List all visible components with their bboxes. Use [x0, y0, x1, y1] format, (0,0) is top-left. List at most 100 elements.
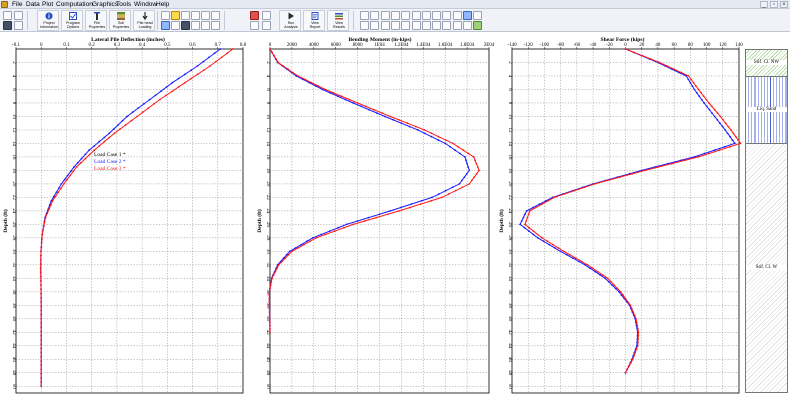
- shear-series-3-point: [553, 196, 556, 199]
- shear-x-tick-label: 120: [719, 43, 727, 48]
- shear-series-3-point: [563, 193, 566, 195]
- shear-series-3-point: [624, 297, 627, 300]
- shear-series-3-point: [591, 267, 594, 270]
- shear-series-3-point: [525, 220, 528, 222]
- shear-series-3-point: [734, 135, 737, 138]
- shear-series-3-point: [580, 260, 583, 263]
- shear-series-3-point: [710, 105, 713, 108]
- shear-series-3-point: [729, 145, 731, 148]
- shear-series-3-point: [624, 48, 627, 50]
- shear-x-tick-label: -40: [590, 43, 597, 48]
- shear-series-3-point: [626, 368, 629, 371]
- shear-depth-tick-label: 32: [507, 262, 512, 268]
- shear-series-3-point: [716, 112, 719, 114]
- shear-series-3-point: [541, 203, 543, 206]
- soil-layer-liquefied-sand-label: Liq. Sand: [746, 107, 787, 113]
- shear-depth-tick-label: 36: [507, 289, 512, 295]
- shear-x-tick-label: -20: [606, 43, 613, 48]
- shear-series-3-point: [622, 294, 624, 297]
- shear-series-3-point: [528, 210, 531, 212]
- shear-series-2-point: [695, 91, 698, 94]
- shear-series-2-point: [700, 98, 703, 101]
- shear-series-3-point: [700, 91, 702, 94]
- shear-series-3-point: [697, 88, 700, 91]
- shear-series-3-point: [552, 243, 554, 246]
- shear-series-3-point: [633, 355, 635, 357]
- shear-series-3-point: [541, 237, 543, 239]
- shear-series-2-point: [537, 237, 539, 239]
- shear-series-3-point: [635, 348, 638, 351]
- shear-series-3-point: [526, 216, 529, 219]
- shear-series-2-point: [604, 277, 607, 280]
- shear-series-2-point: [571, 257, 574, 259]
- shear-series-3-point: [637, 331, 640, 334]
- shear-x-tick-label: -60: [574, 43, 581, 48]
- shear-depth-tick-label: 24: [507, 208, 512, 214]
- shear-series-2-point: [724, 129, 727, 131]
- shear-x-tick-label: -140: [507, 43, 517, 48]
- shear-depth-tick-label: 14: [507, 141, 512, 147]
- shear-series-3-point: [713, 108, 716, 111]
- shear-series-3-point: [673, 68, 675, 71]
- shear-series-2-point: [713, 149, 716, 152]
- shear-x-tick-label: -100: [540, 43, 550, 48]
- shear-series-2-point: [554, 247, 556, 249]
- shear-series-3-point: [619, 290, 622, 293]
- shear-series-3-point: [727, 125, 730, 128]
- shear-series-3-point: [528, 226, 531, 229]
- shear-series-2-point: [520, 220, 523, 222]
- shear-series-3-point: [568, 253, 571, 256]
- shear-series-3-point: [632, 311, 635, 313]
- shear-series-2-point: [713, 115, 716, 118]
- shear-series-3-point: [708, 102, 710, 104]
- legend-load-case-1-label: Load Case 1: [94, 152, 122, 158]
- shear-series-2-point: [559, 250, 562, 253]
- shear-series-3-point: [631, 358, 634, 361]
- shear-series-2-point: [548, 243, 551, 246]
- shear-series-3-point: [684, 159, 686, 162]
- shear-depth-tick-label: 42: [507, 330, 512, 336]
- shear-series-3-point: [618, 176, 621, 179]
- shear-series-3-point: [536, 233, 539, 236]
- legend-load-case-3-label: Load Case 3: [94, 166, 122, 172]
- shear-series-3-point: [573, 189, 576, 192]
- shear-series-3-point: [633, 51, 635, 54]
- shear-series-2-point: [721, 125, 724, 128]
- shear-series-3-point: [613, 284, 615, 286]
- shear-series-3-point: [644, 169, 646, 172]
- shear-series-3-point: [630, 307, 633, 310]
- shear-series-3-point: [708, 152, 710, 155]
- shear-series-3-point: [532, 230, 535, 233]
- shear-series-3-point: [637, 328, 639, 330]
- shear-series-3-point: [650, 58, 652, 60]
- shear-series-2-point: [523, 226, 526, 229]
- shear-series-2-point: [711, 112, 713, 114]
- legend-load-case-1: Load Case 1 *: [94, 152, 126, 158]
- shear-series-3-point: [616, 287, 619, 290]
- legend-load-case-1-marker: *: [122, 152, 126, 158]
- shear-depth-tick-label: 2: [507, 61, 512, 64]
- shear-series-2-point: [726, 132, 729, 135]
- shear-series-3-point: [636, 344, 639, 347]
- shear-depth-tick-label: 22: [507, 195, 512, 201]
- shear-x-tick-label: 140: [735, 43, 743, 48]
- lpile-window: File Data Plot Computation Graphics Tool…: [0, 0, 790, 407]
- shear-series-3-point: [583, 186, 586, 189]
- shear-series-3-point: [633, 314, 636, 317]
- shear-depth-tick-label: 26: [507, 222, 512, 228]
- shear-depth-tick-label: 8: [507, 102, 512, 105]
- legend-load-case-3: Load Case 3 *: [94, 166, 126, 172]
- shear-series-3-point: [739, 142, 742, 145]
- shear-series-2-point: [532, 233, 535, 236]
- shear-series-3-point: [737, 139, 740, 142]
- soil-layer-stiff-clay-w: Stif. Cl. W: [746, 143, 787, 392]
- shear-series-3-point: [629, 304, 632, 307]
- shear-series-2-point: [708, 108, 711, 111]
- shear-ylabel: Depth (ft): [498, 209, 505, 233]
- shear-series-3-point: [610, 280, 612, 283]
- shear-series-2-point: [689, 81, 692, 84]
- shear-series-2-point: [532, 206, 534, 209]
- shear-series-2-point: [731, 139, 734, 142]
- shear-series-2-point: [594, 270, 596, 273]
- shear-series-3-point: [557, 247, 560, 249]
